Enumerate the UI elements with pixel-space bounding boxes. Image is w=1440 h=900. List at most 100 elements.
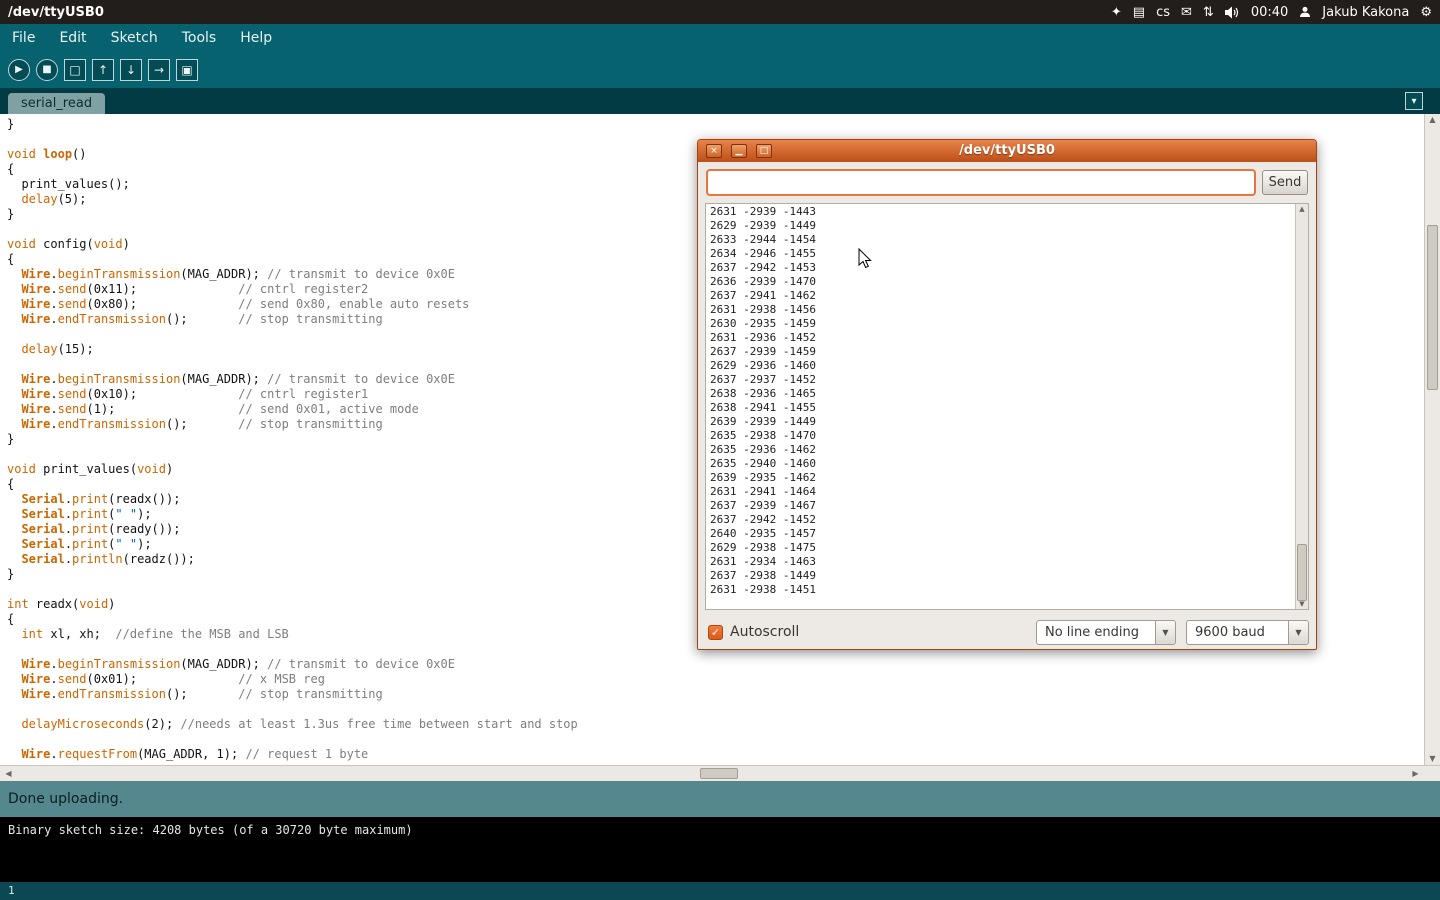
chevron-down-icon[interactable]: ▼ [1155,621,1175,644]
editor-horizontal-scrollbar[interactable]: ◀ ▶ [0,765,1440,781]
upload-icon: → [154,64,164,76]
serial-output-line: 2637 -2938 -1449 [710,569,1290,583]
status-message: Done uploading. [8,791,123,807]
upload-button[interactable]: → [148,59,170,81]
scroll-down-icon[interactable]: ▼ [1425,753,1440,765]
serial-output-line: 2639 -2939 -1449 [710,415,1290,429]
serial-output-scrollbar[interactable]: ▲ ▼ [1295,204,1308,609]
tabstrip: serial_read ▾ [0,88,1440,114]
serial-send-input[interactable] [706,169,1256,196]
check-icon: ✓ [711,626,720,639]
save-icon: ↓ [126,64,136,76]
stop-icon: ■ [42,65,51,75]
serial-output-line: 2631 -2938 -1451 [710,583,1290,597]
serial-output-line: 2639 -2935 -1462 [710,471,1290,485]
serial-monitor-icon: ▣ [181,64,192,76]
serial-scroll-thumb[interactable] [1297,544,1307,601]
volume-icon[interactable] [1225,6,1240,19]
serial-output-line: 2629 -2938 -1475 [710,541,1290,555]
serial-output[interactable]: 2631 -2939 -14432629 -2939 -14492633 -29… [706,204,1294,609]
save-button[interactable]: ↓ [120,59,142,81]
console-line: Binary sketch size: 4208 bytes (of a 307… [8,823,1432,837]
serial-monitor-window: × ▁ □ /dev/ttyUSB0 Send 2631 -2939 -1443… [697,139,1317,650]
menu-edit[interactable]: Edit [47,26,98,50]
scroll-down-icon[interactable]: ▼ [1296,599,1308,609]
serial-output-box: 2631 -2939 -14432629 -2939 -14492633 -29… [705,203,1309,610]
console: Binary sketch size: 4208 bytes (of a 307… [0,817,1440,882]
serial-output-line: 2638 -2936 -1465 [710,387,1290,401]
menu-sketch[interactable]: Sketch [99,26,170,50]
window-title: /dev/ttyUSB0 [8,5,104,20]
keyboard-icon[interactable]: ▤ [1133,5,1145,20]
tab-menu-button[interactable]: ▾ [1405,92,1423,110]
status-bar: Done uploading. [0,781,1440,817]
serial-output-line: 2631 -2938 -1456 [710,303,1290,317]
menu-help[interactable]: Help [228,26,284,50]
open-button[interactable]: ↑ [92,59,114,81]
line-ending-select[interactable]: No line ending ▼ [1036,620,1176,645]
serial-output-line: 2637 -2937 -1452 [710,373,1290,387]
serial-output-line: 2629 -2939 -1449 [710,219,1290,233]
menubar: File Edit Sketch Tools Help [0,24,1440,51]
send-button[interactable]: Send [1262,170,1308,195]
serial-output-line: 2635 -2938 -1470 [710,429,1290,443]
serial-output-line: 2637 -2942 -1452 [710,513,1290,527]
menu-file[interactable]: File [0,26,47,50]
system-panel: /dev/ttyUSB0 ✦ ▤ cs ✉ ⇅ 00:40 Jakub Kako… [0,0,1440,24]
serial-output-line: 2637 -2941 -1462 [710,289,1290,303]
serial-output-line: 2633 -2944 -1454 [710,233,1290,247]
window-buttons: × ▁ □ [706,144,772,158]
maximize-icon[interactable]: □ [756,144,772,158]
serial-output-line: 2635 -2936 -1462 [710,443,1290,457]
serial-output-line: 2637 -2942 -1453 [710,261,1290,275]
menu-tools[interactable]: Tools [170,26,229,50]
indicator-icon[interactable]: ✦ [1111,5,1122,20]
chevron-down-icon[interactable]: ▼ [1288,621,1308,644]
vertical-scroll-thumb[interactable] [1427,225,1438,390]
scroll-up-icon[interactable]: ▲ [1425,114,1440,126]
line-ending-value: No line ending [1037,625,1155,640]
minimize-icon[interactable]: ▁ [731,144,747,158]
code-line: Wire.send(0x01); // x MSB reg [7,672,1424,687]
serial-output-line: 2637 -2939 -1467 [710,499,1290,513]
scroll-left-icon[interactable]: ◀ [1,766,16,781]
session-gear-icon[interactable]: ⚙ [1420,5,1432,20]
new-icon: □ [69,64,80,76]
code-line [7,702,1424,717]
serial-output-line: 2631 -2934 -1463 [710,555,1290,569]
serial-output-line: 2634 -2946 -1455 [710,247,1290,261]
code-line: Wire.beginTransmission(MAG_ADDR); // tra… [7,657,1424,672]
serial-monitor-titlebar[interactable]: × ▁ □ /dev/ttyUSB0 [698,140,1316,162]
horizontal-scroll-thumb[interactable] [700,768,738,779]
editor-vertical-scrollbar[interactable]: ▲ ▼ [1424,114,1440,765]
stop-button[interactable]: ■ [36,59,58,81]
verify-icon: ▶ [15,65,23,75]
scroll-right-icon[interactable]: ▶ [1408,766,1423,781]
toolbar: ▶ ■ □ ↑ ↓ → ▣ [0,51,1440,88]
mouse-cursor [858,248,872,273]
user-icon [1299,6,1311,18]
serial-output-line: 2636 -2939 -1470 [710,275,1290,289]
current-line-number: 1 [8,884,15,897]
close-icon[interactable]: × [706,144,722,158]
autoscroll-label: Autoscroll [730,624,799,640]
code-line: } [7,117,1424,132]
tab-serial-read[interactable]: serial_read [8,93,105,114]
serial-monitor-button[interactable]: ▣ [176,59,198,81]
code-line: delayMicroseconds(2); //needs at least 1… [7,717,1424,732]
serial-output-line: 2630 -2935 -1459 [710,317,1290,331]
network-icon[interactable]: ⇅ [1203,5,1214,20]
username[interactable]: Jakub Kakona [1322,5,1409,20]
clock[interactable]: 00:40 [1251,5,1288,20]
serial-output-line: 2631 -2941 -1464 [710,485,1290,499]
serial-output-line: 2631 -2939 -1443 [710,205,1290,219]
verify-button[interactable]: ▶ [8,59,30,81]
autoscroll-checkbox[interactable]: ✓ [708,625,723,640]
open-icon: ↑ [98,64,108,76]
scroll-up-icon[interactable]: ▲ [1296,204,1308,214]
baud-rate-select[interactable]: 9600 baud ▼ [1186,620,1309,645]
serial-monitor-controls: ✓ Autoscroll No line ending ▼ 9600 baud … [708,617,1309,647]
mail-icon[interactable]: ✉ [1181,5,1192,20]
new-sketch-button[interactable]: □ [64,59,86,81]
keyboard-layout[interactable]: cs [1156,5,1170,20]
